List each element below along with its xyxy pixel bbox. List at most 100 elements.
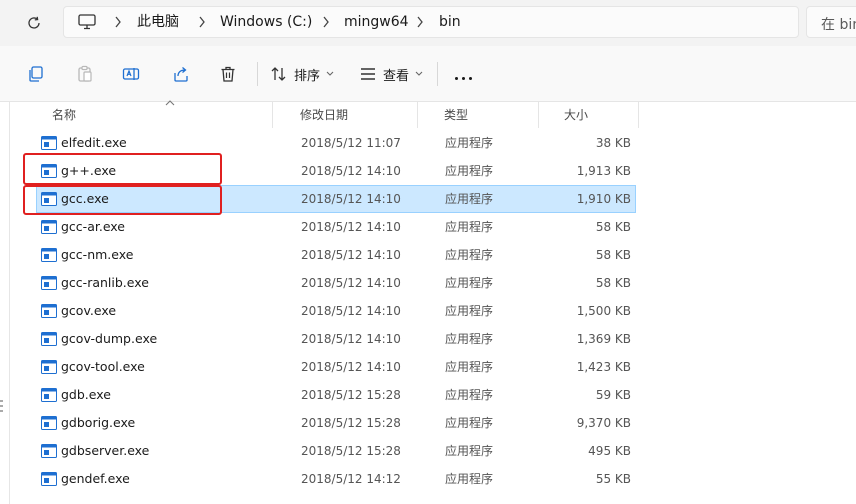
file-name: gdb.exe	[61, 387, 111, 402]
more-icon	[453, 65, 474, 84]
sort-icon	[271, 67, 286, 81]
file-modified-date: 2018/5/12 14:10	[301, 248, 401, 262]
file-modified-date: 2018/5/12 14:10	[301, 332, 401, 346]
file-size: 495 KB	[588, 444, 631, 458]
refresh-button[interactable]	[20, 10, 48, 36]
file-row[interactable]: gcc-ar.exe 2018/5/12 14:10 应用程序 58 KB	[36, 213, 636, 241]
file-size: 59 KB	[595, 388, 631, 402]
file-modified-date: 2018/5/12 14:10	[301, 192, 401, 206]
file-size: 1,500 KB	[576, 304, 631, 318]
search-input[interactable]: 在 bin	[806, 6, 856, 38]
computer-icon	[78, 14, 96, 30]
column-divider[interactable]	[417, 102, 418, 128]
column-header-name[interactable]: 名称	[44, 102, 76, 128]
file-type: 应用程序	[445, 444, 494, 458]
file-size: 58 KB	[595, 276, 631, 290]
file-row[interactable]: gcov-dump.exe 2018/5/12 14:10 应用程序 1,369 KB	[36, 325, 636, 353]
toolbar-separator	[257, 62, 258, 86]
view-label: 查看	[383, 68, 410, 84]
exe-file-icon	[41, 136, 57, 150]
column-divider[interactable]	[638, 102, 639, 128]
file-modified-date: 2018/5/12 14:10	[301, 276, 401, 290]
column-header-type[interactable]: 类型	[436, 102, 468, 128]
file-row[interactable]: gendef.exe 2018/5/12 14:12 应用程序 55 KB	[36, 465, 636, 493]
file-modified-date: 2018/5/12 14:10	[301, 304, 401, 318]
file-type: 应用程序	[445, 276, 494, 290]
chevron-right-icon	[115, 16, 121, 28]
chevron-down-icon	[326, 71, 334, 76]
navigation-pane-border	[9, 102, 10, 504]
breadcrumb-mingw64[interactable]: mingw64	[344, 14, 409, 30]
column-divider[interactable]	[538, 102, 539, 128]
command-bar: 排序 查看	[0, 46, 856, 102]
file-name: gcc-ranlib.exe	[61, 275, 149, 290]
file-row[interactable]: gdborig.exe 2018/5/12 15:28 应用程序 9,370 KB	[36, 409, 636, 437]
chevron-right-icon	[417, 16, 423, 28]
file-type: 应用程序	[445, 416, 494, 430]
file-name: gcov.exe	[61, 303, 117, 318]
file-size: 1,913 KB	[576, 164, 631, 178]
file-row[interactable]: gcc-ranlib.exe 2018/5/12 14:10 应用程序 58 KB	[36, 269, 636, 297]
file-modified-date: 2018/5/12 14:10	[301, 220, 401, 234]
sort-button[interactable]: 排序	[270, 62, 334, 86]
exe-file-icon	[41, 248, 57, 262]
file-modified-date: 2018/5/12 14:10	[301, 164, 401, 178]
share-icon	[174, 67, 188, 82]
exe-file-icon	[41, 220, 57, 234]
file-modified-date: 2018/5/12 14:12	[301, 472, 401, 486]
file-size: 9,370 KB	[576, 416, 631, 430]
more-options-button[interactable]	[453, 62, 474, 86]
breadcrumb-this-pc[interactable]: 此电脑	[137, 14, 179, 30]
file-type: 应用程序	[445, 332, 494, 346]
exe-file-icon	[41, 444, 57, 458]
column-header-date[interactable]: 修改日期	[292, 102, 348, 128]
file-row[interactable]: gcc-nm.exe 2018/5/12 14:10 应用程序 58 KB	[36, 241, 636, 269]
exe-file-icon	[41, 332, 57, 346]
file-name: gcov-tool.exe	[61, 359, 145, 374]
rename-button[interactable]	[122, 62, 140, 86]
file-modified-date: 2018/5/12 14:10	[301, 360, 401, 374]
exe-file-icon	[41, 416, 57, 430]
file-name: gdborig.exe	[61, 415, 136, 430]
file-type: 应用程序	[445, 220, 494, 234]
file-type: 应用程序	[445, 360, 494, 374]
file-row[interactable]: gdbserver.exe 2018/5/12 15:28 应用程序 495 KB	[36, 437, 636, 465]
file-row[interactable]: gcov-tool.exe 2018/5/12 14:10 应用程序 1,423 KB	[36, 353, 636, 381]
column-header-size[interactable]: 大小	[556, 102, 588, 128]
file-modified-date: 2018/5/12 15:28	[301, 388, 401, 402]
chevron-down-icon	[415, 71, 423, 76]
file-row[interactable]: gdb.exe 2018/5/12 15:28 应用程序 59 KB	[36, 381, 636, 409]
breadcrumb-drive-c[interactable]: Windows (C:)	[220, 14, 312, 30]
delete-button[interactable]	[219, 62, 237, 86]
chevron-right-icon	[323, 16, 329, 28]
address-strip: 此电脑 Windows (C:) mingw64 bin 在 bin	[0, 0, 856, 46]
file-type: 应用程序	[445, 136, 494, 150]
chevron-right-icon	[199, 16, 205, 28]
nav-pane-collapse-icon[interactable]	[0, 399, 3, 413]
breadcrumb-bin[interactable]: bin	[439, 14, 461, 30]
copy-icon	[29, 66, 43, 82]
paste-button[interactable]	[76, 62, 94, 86]
view-button[interactable]: 查看	[359, 62, 423, 86]
file-name: gdbserver.exe	[61, 443, 150, 458]
share-button[interactable]	[172, 62, 190, 86]
file-type: 应用程序	[445, 164, 494, 178]
file-size: 55 KB	[595, 472, 631, 486]
column-divider[interactable]	[272, 102, 273, 128]
file-type: 应用程序	[445, 472, 494, 486]
file-list-header: 名称 修改日期 类型 大小	[20, 100, 640, 128]
rename-icon	[122, 68, 140, 80]
exe-file-icon	[41, 360, 57, 374]
file-size: 58 KB	[595, 220, 631, 234]
search-placeholder: 在 bin	[821, 17, 856, 33]
file-type: 应用程序	[445, 192, 494, 206]
file-name: gcc-nm.exe	[61, 247, 134, 262]
file-name: gcov-dump.exe	[61, 331, 158, 346]
address-bar[interactable]: 此电脑 Windows (C:) mingw64 bin	[63, 6, 799, 38]
file-type: 应用程序	[445, 388, 494, 402]
copy-button[interactable]	[27, 62, 45, 86]
file-row[interactable]: gcov.exe 2018/5/12 14:10 应用程序 1,500 KB	[36, 297, 636, 325]
file-size: 1,910 KB	[576, 192, 631, 206]
file-type: 应用程序	[445, 304, 494, 318]
file-size: 58 KB	[595, 248, 631, 262]
